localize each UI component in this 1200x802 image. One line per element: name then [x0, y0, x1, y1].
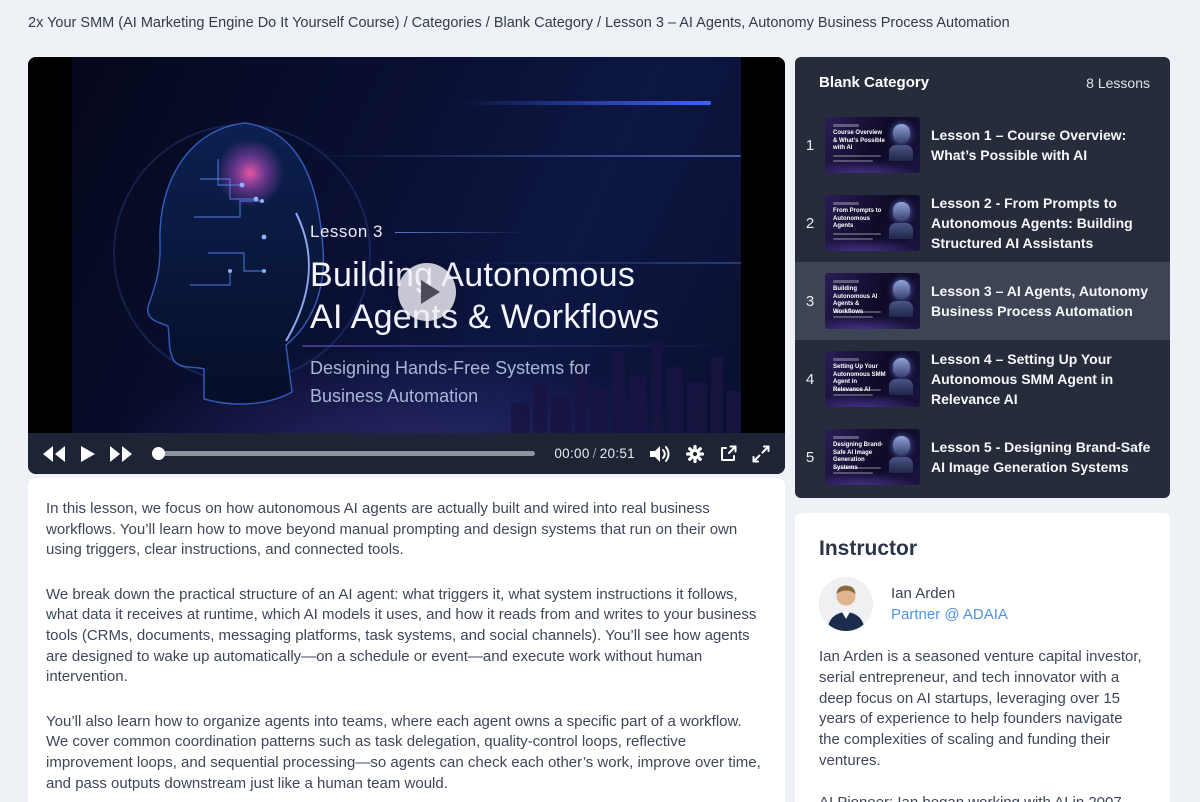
sidebar: Blank Category 8 Lessons 1 Course Overvi… — [795, 57, 1170, 802]
robot-illustration — [888, 436, 914, 473]
breadcrumb[interactable]: 2x Your SMM (AI Marketing Engine Do It Y… — [28, 15, 1010, 31]
instructor-profile: Ian Arden Partner @ ADAIA — [819, 577, 1146, 631]
lesson-row-1[interactable]: 1 Course Overview & What’s Possible with… — [795, 106, 1170, 184]
play-icon — [420, 280, 440, 304]
settings-button[interactable] — [686, 444, 704, 463]
bio-paragraph: AI Pioneer: Ian began working with AI in… — [819, 793, 1146, 802]
main-content: Lesson 3 Building Autonomous AI Agents &… — [28, 57, 785, 802]
duration: 20:51 — [599, 446, 635, 461]
lessons-panel-header: Blank Category 8 Lessons — [795, 57, 1170, 106]
video-slide: Lesson 3 Building Autonomous AI Agents &… — [72, 57, 741, 433]
fullscreen-icon — [752, 445, 770, 462]
kicker-line — [395, 231, 525, 233]
play-overlay-button[interactable] — [398, 263, 456, 321]
lessons-panel: Blank Category 8 Lessons 1 Course Overvi… — [795, 57, 1170, 498]
progress-knob[interactable] — [152, 446, 165, 460]
lesson-thumbnail: From Prompts to Autonomous Agents — [825, 195, 920, 251]
rewind-button[interactable] — [43, 445, 66, 462]
player-control-bar: 00:00/20:51 — [28, 433, 785, 474]
current-time: 00:00 — [554, 446, 590, 461]
avatar-illustration — [819, 577, 873, 631]
bio-paragraph: Ian Arden is a seasoned venture capital … — [819, 648, 1142, 769]
lesson-title: Lesson 5 - Designing Brand-Safe AI Image… — [931, 439, 1151, 475]
rewind-icon — [43, 445, 65, 462]
volume-icon — [650, 445, 670, 462]
instructor-card: Instructor Ian Arden Partner @ ADAIA Ian… — [795, 513, 1170, 802]
slide-streak — [461, 101, 711, 105]
lesson-number: 2 — [805, 214, 815, 232]
lesson-number: 3 — [805, 292, 815, 310]
time-separator: / — [592, 446, 597, 461]
lesson-title: Lesson 1 – Course Overview: What’s Possi… — [931, 127, 1127, 163]
instructor-role-link[interactable]: Partner @ ADAIA — [891, 606, 1008, 623]
lesson-number: 5 — [805, 448, 815, 466]
lesson-thumbnail: Course Overview & What’s Possible with A… — [825, 117, 920, 173]
lesson-row-2[interactable]: 2 From Prompts to Autonomous Agents Less… — [795, 184, 1170, 262]
lesson-title: Lesson 3 – AI Agents, Autonomy Business … — [931, 283, 1149, 319]
fast-forward-icon — [110, 445, 132, 462]
external-link-icon — [721, 445, 737, 461]
lesson-description: In this lesson, we focus on how autonomo… — [28, 478, 785, 802]
thumbnail-title: From Prompts to Autonomous Agents — [833, 208, 882, 229]
lesson-number: 1 — [805, 136, 815, 154]
volume-button[interactable] — [650, 445, 671, 463]
open-external-button[interactable] — [719, 445, 737, 463]
thumbnail-title: Course Overview & What’s Possible with A… — [833, 130, 885, 151]
slide-text-block: Lesson 3 Building Autonomous AI Agents &… — [310, 222, 710, 410]
fast-forward-button[interactable] — [110, 445, 133, 462]
robot-illustration — [888, 202, 914, 239]
description-paragraph: In this lesson, we focus on how autonomo… — [46, 500, 738, 559]
fullscreen-button[interactable] — [752, 445, 770, 463]
time-display: 00:00/20:51 — [554, 446, 635, 461]
slide-title: Building Autonomous AI Agents & Workflow… — [310, 256, 660, 336]
category-title: Blank Category — [819, 74, 930, 91]
progress-bar[interactable] — [152, 446, 536, 461]
progress-track — [152, 451, 536, 456]
description-paragraph: You’ll also learn how to organize agents… — [46, 712, 761, 792]
robot-illustration — [888, 358, 914, 395]
lesson-title: Lesson 2 - From Prompts to Autonomous Ag… — [931, 195, 1133, 251]
lesson-row-3-active[interactable]: 3 Building Autonomous AI Agents & Workfl… — [795, 262, 1170, 340]
robot-illustration — [888, 280, 914, 317]
instructor-heading: Instructor — [819, 537, 918, 560]
lesson-thumbnail: Designing Brand-Safe AI Image Generation… — [825, 429, 920, 485]
slide-subtitle: Designing Hands-Free Systems for Busines… — [310, 358, 591, 406]
slide-kicker: Lesson 3 — [310, 222, 383, 241]
play-button[interactable] — [81, 445, 95, 462]
video-screen[interactable]: Lesson 3 Building Autonomous AI Agents &… — [28, 57, 785, 433]
lesson-thumbnail: Building Autonomous AI Agents & Workflow… — [825, 273, 920, 329]
lesson-title: Lesson 4 – Setting Up Your Autonomous SM… — [931, 351, 1114, 407]
gear-icon — [686, 444, 704, 463]
lesson-row-5[interactable]: 5 Designing Brand-Safe AI Image Generati… — [795, 418, 1170, 496]
lesson-count: 8 Lessons — [1086, 74, 1150, 91]
lesson-number: 4 — [805, 370, 815, 388]
play-icon — [81, 445, 95, 462]
robot-illustration — [888, 124, 914, 161]
lesson-row-4[interactable]: 4 Setting Up Your Autonomous SMM Agent i… — [795, 340, 1170, 418]
video-player: Lesson 3 Building Autonomous AI Agents &… — [28, 57, 785, 474]
lesson-thumbnail: Setting Up Your Autonomous SMM Agent in … — [825, 351, 920, 407]
avatar — [819, 577, 873, 631]
instructor-bio: Ian Arden is a seasoned venture capital … — [819, 647, 1146, 802]
description-paragraph: We break down the practical structure of… — [46, 585, 757, 686]
instructor-name: Ian Arden — [891, 585, 956, 602]
